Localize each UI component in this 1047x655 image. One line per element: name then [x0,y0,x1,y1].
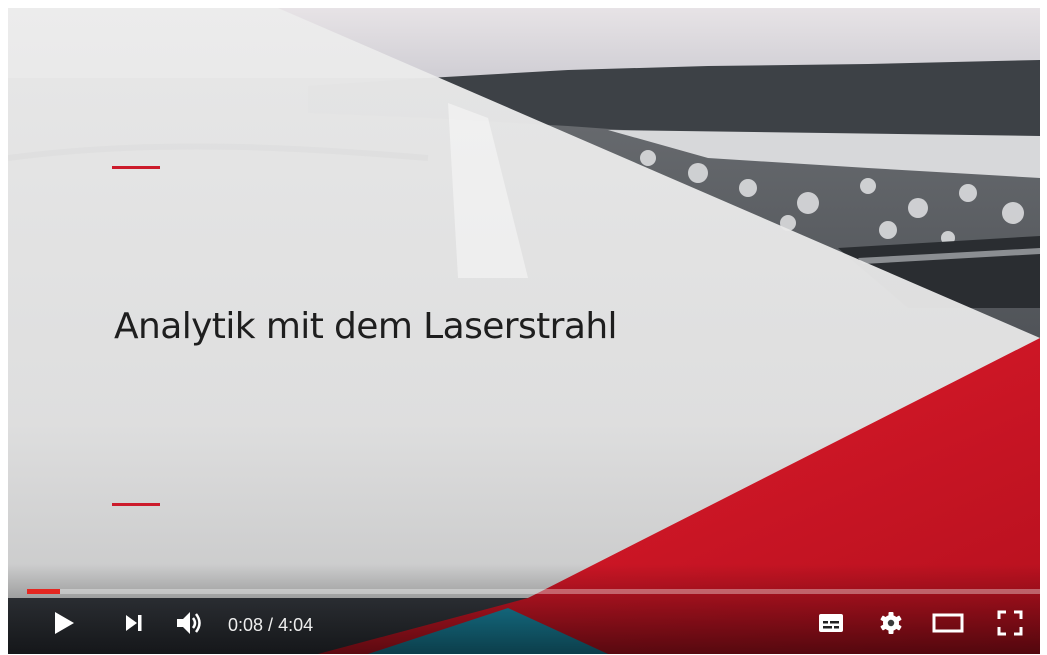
duration: 4:04 [278,615,314,635]
subtitles-icon [819,614,843,632]
fullscreen-icon [997,610,1023,636]
play-icon [55,612,74,634]
player-frame: Analytik mit dem Laserstrahl 0:08 / 4:04 [0,0,1047,655]
bottom-accent-line [112,503,160,506]
time-display: 0:08 / 4:04 [228,615,313,636]
time-separator: / [263,615,279,635]
gear-icon [880,612,902,634]
subtitles-button[interactable] [814,606,848,640]
skip-next-icon [126,615,142,631]
volume-button[interactable] [172,606,208,640]
volume-icon [177,612,201,634]
next-button[interactable] [118,606,150,640]
progress-bar[interactable] [27,589,1040,594]
play-button[interactable] [48,606,80,640]
theater-mode-button[interactable] [928,606,968,640]
video-title-overlay: Analytik mit dem Laserstrahl [114,306,618,347]
theater-icon [932,613,964,633]
video-player[interactable]: Analytik mit dem Laserstrahl 0:08 / 4:04 [8,8,1040,654]
current-time: 0:08 [228,615,264,635]
fullscreen-button[interactable] [992,606,1028,640]
progress-played [27,589,61,594]
top-accent-line [112,166,160,169]
settings-button[interactable] [874,606,908,640]
